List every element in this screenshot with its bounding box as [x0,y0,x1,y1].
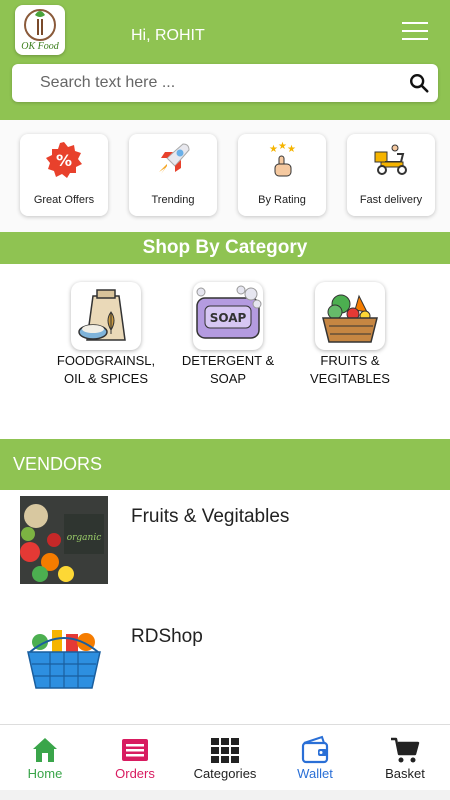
by-rating-label: By Rating [258,194,306,206]
bottom-navigation: Home Orders Categories Wallet Basket [0,724,450,790]
nav-home[interactable]: Home [0,725,90,791]
section-title: VENDORS [13,454,103,474]
category-label-line1: DETERGENT & [181,353,275,368]
svg-text:%: % [56,151,72,170]
wallet-icon [301,735,329,764]
system-bar [0,790,450,800]
nav-label: Categories [193,766,257,781]
cart-icon [391,737,420,763]
grocery-basket-image [20,618,108,706]
by-rating-button[interactable]: ★ ★ ★ By Rating [238,134,326,216]
nav-label: Home [27,766,63,781]
svg-text:organic: organic [67,533,102,543]
nav-categories[interactable]: Categories [180,725,270,791]
soap-bar-icon: SOAP [193,282,263,350]
nav-label: Wallet [297,766,333,781]
grain-sack-icon [71,282,141,350]
shop-by-category-header: Shop By Category [0,232,450,264]
vegetable-basket-icon [315,282,385,350]
search-icon[interactable] [408,72,430,94]
section-title: Shop By Category [142,237,308,258]
vendors-header: VENDORS [0,439,450,490]
search-placeholder: Search text here ... [40,74,176,91]
quick-actions: % Great Offers Trending ★ ★ ★ By Rating [0,120,450,232]
fast-delivery-label: Fast delivery [359,194,423,206]
grid-icon [211,738,239,763]
nav-label: Orders [115,766,155,781]
nav-orders[interactable]: Orders [90,725,180,791]
nav-wallet[interactable]: Wallet [270,725,360,791]
vendor-name: RDShop [131,626,203,647]
rocket-icon [159,143,190,174]
svg-text:SOAP: SOAP [210,311,247,325]
app-header: OK Food Hi, ROHIT Search text here ... [0,0,450,120]
category-list: FOODGRAINSL, OIL & SPICES SOAP DETERGENT… [0,264,450,439]
organic-vegetables-image: organic [20,496,108,584]
category-label-line1: FRUITS & [320,353,380,368]
star-rating-hand-icon: ★ ★ ★ [269,141,296,177]
category-label-line1: FOODGRAINSL, [56,353,156,368]
category-label-line2: SOAP [209,371,247,386]
svg-text:★: ★ [278,141,287,152]
nav-basket[interactable]: Basket [360,725,450,791]
nav-label: Basket [385,766,425,781]
app-logo[interactable]: OK Food [15,5,65,55]
category-detergent-soap[interactable]: SOAP DETERGENT & SOAP [168,282,288,388]
category-fruits-vegetables[interactable]: FRUITS & VEGITABLES [290,282,410,388]
orders-list-icon [122,739,148,761]
trending-button[interactable]: Trending [129,134,217,216]
svg-text:★: ★ [287,144,296,155]
svg-text:★: ★ [269,144,278,155]
trending-label: Trending [151,194,195,206]
user-greeting: Hi, ROHIT [131,27,205,44]
offer-percent-badge-icon: % [46,142,82,178]
vendor-item-fruits-vegetables[interactable]: organic Fruits & Vegitables [0,490,450,605]
search-input[interactable]: Search text here ... [12,64,438,102]
fast-delivery-button[interactable]: Fast delivery [347,134,435,216]
category-label-line2: OIL & SPICES [63,371,149,386]
home-icon [33,738,57,762]
vendor-item-rdshop[interactable]: RDShop [0,610,450,725]
category-foodgrains[interactable]: FOODGRAINSL, OIL & SPICES [46,282,166,388]
hamburger-menu-icon[interactable] [400,22,430,44]
logo-text: OK Food [21,41,59,52]
great-offers-button[interactable]: % Great Offers [20,134,108,216]
delivery-scooter-icon [374,144,407,175]
vendor-name: Fruits & Vegitables [131,506,290,527]
category-label-line2: VEGITABLES [310,371,390,386]
great-offers-label: Great Offers [33,194,95,206]
